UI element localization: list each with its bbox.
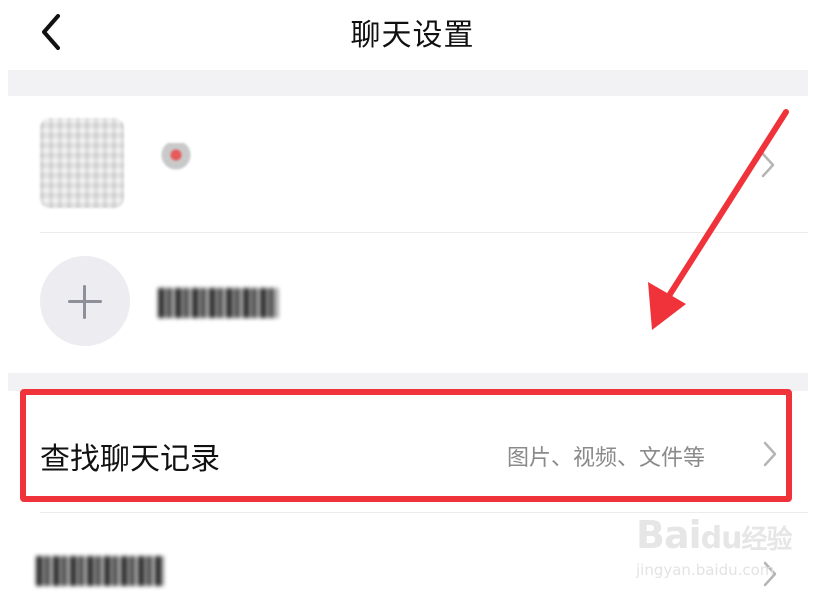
watermark-logo: Baidu经验 (636, 513, 793, 557)
red-arrow-icon (648, 109, 789, 330)
baidu-watermark: Baidu经验 jingyan.baidu.com (636, 513, 793, 583)
watermark-url: jingyan.baidu.com (636, 561, 775, 579)
